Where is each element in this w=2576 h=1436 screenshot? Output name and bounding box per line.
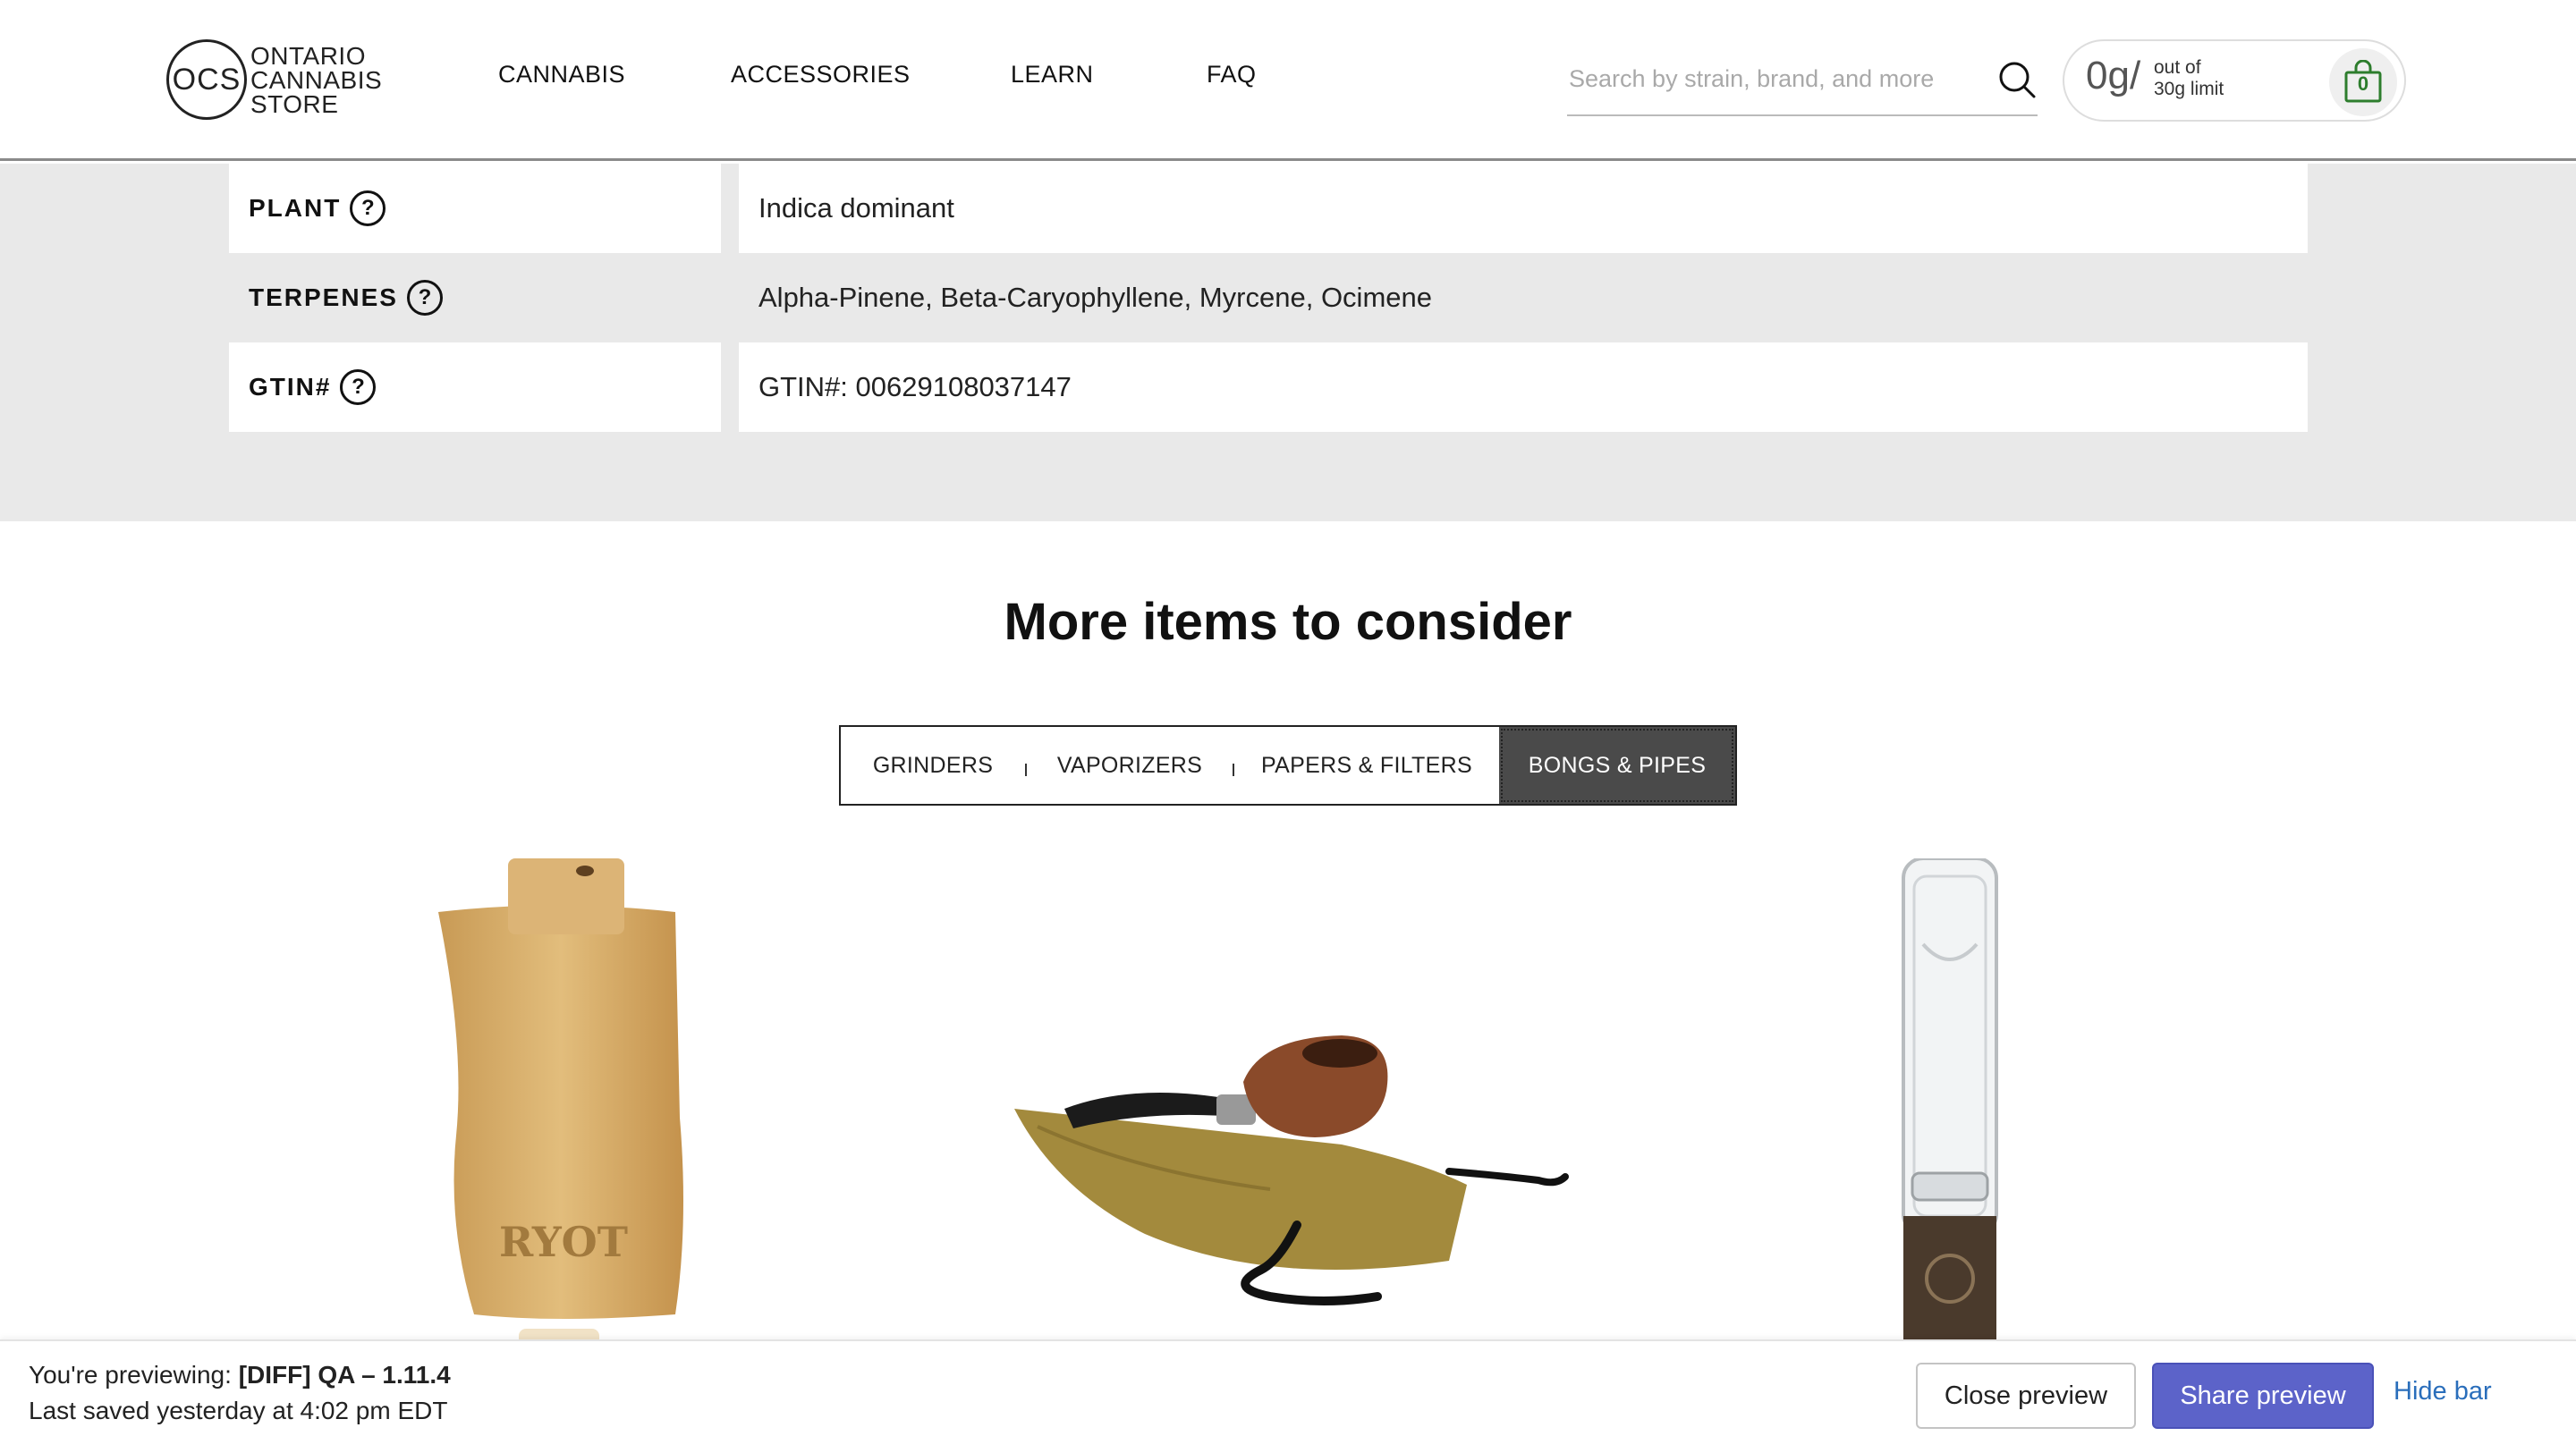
tab-vaporizers[interactable]: VAPORIZERS bbox=[1027, 727, 1233, 804]
preview-theme-name: [DIFF] QA – 1.11.4 bbox=[238, 1361, 451, 1389]
spec-row-gtin: GTIN# ? GTIN#: 00629108037147 bbox=[229, 342, 2308, 432]
product-specs: PLANT ? Indica dominant TERPENES ? Alpha… bbox=[0, 164, 2576, 521]
nav-item-learn[interactable]: LEARN bbox=[1011, 61, 1094, 89]
search-bar bbox=[1567, 54, 2038, 116]
limit-amount: 0g/ bbox=[2086, 54, 2140, 98]
product-image-tobacco-pipe[interactable] bbox=[1002, 1028, 1574, 1314]
spec-label-text: PLANT bbox=[249, 194, 342, 222]
logo-line-1: ONTARIO bbox=[250, 41, 366, 70]
search-input[interactable] bbox=[1567, 61, 1979, 97]
site-header: OCS ONTARIO CANNABIS STORE CANNABIS ACCE… bbox=[0, 0, 2576, 161]
spec-value: Indica dominant bbox=[739, 164, 2308, 253]
logo-line-2: CANNABIS bbox=[250, 65, 383, 94]
spec-label: PLANT ? bbox=[229, 164, 721, 253]
spec-row-plant: PLANT ? Indica dominant bbox=[229, 164, 2308, 253]
search-icon[interactable] bbox=[1996, 59, 2038, 100]
nav-item-faq[interactable]: FAQ bbox=[1207, 61, 1257, 89]
limit-separator: / bbox=[2129, 54, 2141, 97]
cart-button[interactable]: 0 bbox=[2329, 48, 2397, 116]
logo-wordmark: ONTARIO CANNABIS STORE bbox=[250, 41, 383, 118]
theme-preview-bar: You're previewing: [DIFF] QA – 1.11.4 La… bbox=[0, 1339, 2576, 1436]
hide-bar-link[interactable]: Hide bar bbox=[2394, 1377, 2492, 1406]
purchase-limit-widget: 0g/ out of 30g limit 0 bbox=[2063, 39, 2406, 122]
product-image-dugout-box[interactable]: RYOT bbox=[420, 849, 689, 1350]
spec-value: Alpha-Pinene, Beta-Caryophyllene, Myrcen… bbox=[758, 282, 1432, 313]
logo-mark: OCS bbox=[166, 39, 247, 120]
ocs-logo[interactable]: OCS ONTARIO CANNABIS STORE bbox=[166, 39, 382, 120]
nav-item-cannabis[interactable]: CANNABIS bbox=[498, 61, 625, 89]
limit-label-line-1: out of bbox=[2154, 57, 2201, 78]
nav-item-accessories[interactable]: ACCESSORIES bbox=[731, 61, 911, 89]
help-icon[interactable]: ? bbox=[340, 369, 377, 405]
limit-label-line-2: 30g limit bbox=[2154, 79, 2224, 99]
help-icon[interactable]: ? bbox=[350, 190, 386, 226]
product-brand-engraving: RYOT bbox=[499, 1218, 628, 1266]
spec-value: GTIN#: 00629108037147 bbox=[739, 342, 2308, 432]
logo-line-3: STORE bbox=[250, 89, 339, 118]
product-image-glass-chillum[interactable] bbox=[1887, 858, 2012, 1359]
tab-papers-filters[interactable]: PAPERS & FILTERS bbox=[1234, 727, 1499, 804]
share-preview-button[interactable]: Share preview bbox=[2152, 1363, 2374, 1429]
spec-label-text: TERPENES bbox=[249, 283, 398, 311]
preview-prefix: You're previewing: bbox=[29, 1361, 232, 1389]
spec-label: GTIN# ? bbox=[229, 342, 721, 432]
spec-label: TERPENES ? bbox=[229, 253, 721, 342]
category-tabs: GRINDERS VAPORIZERS PAPERS & FILTERS BON… bbox=[839, 725, 1737, 806]
product-carousel: RYOT bbox=[0, 849, 2576, 1350]
help-icon[interactable]: ? bbox=[406, 280, 443, 316]
preview-status: You're previewing: [DIFF] QA – 1.11.4 bbox=[29, 1361, 451, 1390]
spec-row-terpenes: TERPENES ? Alpha-Pinene, Beta-Caryophyll… bbox=[229, 253, 2308, 342]
tab-bongs-pipes[interactable]: BONGS & PIPES bbox=[1499, 727, 1735, 804]
preview-saved-time: Last saved yesterday at 4:02 pm EDT bbox=[29, 1397, 448, 1424]
spec-label-text: GTIN# bbox=[249, 373, 332, 401]
tab-grinders[interactable]: GRINDERS bbox=[841, 727, 1025, 804]
close-preview-button[interactable]: Close preview bbox=[1916, 1363, 2136, 1429]
more-items-title: More items to consider bbox=[1004, 593, 1572, 651]
limit-amount-value: 0g bbox=[2086, 54, 2130, 97]
limit-label: out of 30g limit bbox=[2154, 57, 2224, 100]
cart-count: 0 bbox=[2357, 72, 2369, 95]
